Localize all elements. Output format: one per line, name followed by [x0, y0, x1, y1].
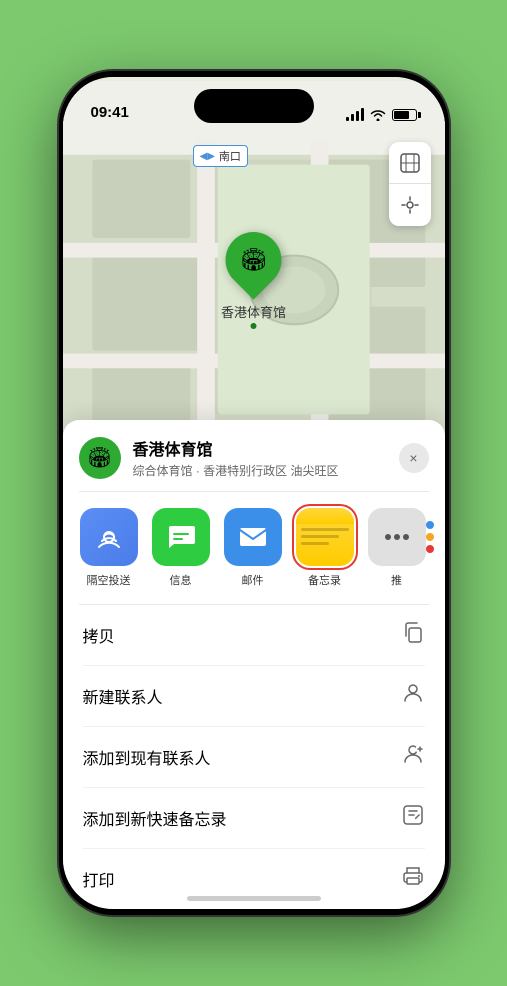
location-pin: 🏟 香港体育馆	[221, 232, 286, 321]
signal-bars-icon	[346, 109, 364, 121]
add-notes-icon	[401, 803, 425, 833]
action-add-existing[interactable]: 添加到现有联系人	[63, 727, 445, 787]
new-contact-icon	[401, 681, 425, 711]
map-view-toggle[interactable]	[389, 142, 431, 184]
venue-name: 香港体育馆	[133, 436, 387, 460]
home-indicator	[187, 896, 321, 901]
action-add-existing-label: 添加到现有联系人	[83, 745, 211, 769]
status-time: 09:41	[91, 104, 129, 123]
sheet-header: 🏟 香港体育馆 综合体育馆 · 香港特别行政区 油尖旺区 ×	[63, 420, 445, 491]
share-notes[interactable]: 备忘录	[289, 508, 361, 588]
more-dots-decoration	[426, 521, 434, 553]
share-row: 隔空投送 信息	[63, 492, 445, 604]
venue-icon: 🏟	[79, 437, 121, 479]
battery-icon	[392, 109, 417, 121]
print-icon	[401, 864, 425, 894]
phone-screen: 09:41	[63, 77, 445, 909]
more-label: 推	[391, 572, 402, 588]
dynamic-island	[194, 89, 314, 123]
action-copy-label: 拷贝	[83, 623, 115, 647]
action-add-notes[interactable]: 添加到新快速备忘录	[63, 788, 445, 848]
location-button[interactable]	[389, 184, 431, 226]
copy-icon	[401, 620, 425, 650]
notes-icon	[296, 508, 354, 566]
action-new-contact-label: 新建联系人	[83, 684, 163, 708]
share-more[interactable]: 推	[361, 508, 433, 588]
notes-label: 备忘录	[308, 572, 341, 588]
status-icons	[346, 109, 417, 123]
close-button[interactable]: ×	[399, 443, 429, 473]
mail-icon	[224, 508, 282, 566]
phone-frame: 09:41	[59, 71, 449, 915]
airdrop-label: 隔空投送	[87, 572, 131, 588]
pin-dot	[250, 323, 256, 329]
messages-label: 信息	[170, 572, 192, 588]
venue-subtitle: 综合体育馆 · 香港特别行政区 油尖旺区	[133, 462, 387, 479]
venue-info: 香港体育馆 综合体育馆 · 香港特别行政区 油尖旺区	[133, 436, 387, 479]
map-controls[interactable]	[389, 142, 431, 226]
airdrop-icon	[80, 508, 138, 566]
action-add-notes-label: 添加到新快速备忘录	[83, 806, 227, 830]
action-new-contact[interactable]: 新建联系人	[63, 666, 445, 726]
more-icon	[368, 508, 426, 566]
add-existing-icon	[401, 742, 425, 772]
wifi-icon	[370, 109, 386, 121]
mail-label: 邮件	[242, 572, 264, 588]
action-list: 拷贝 新建联系人	[63, 605, 445, 909]
messages-icon	[152, 508, 210, 566]
pin-label: 香港体育馆	[221, 302, 286, 321]
pin-icon: 🏟	[214, 220, 293, 299]
map-location-label: ◀▶ 南口	[193, 145, 248, 167]
share-messages[interactable]: 信息	[145, 508, 217, 588]
share-mail[interactable]: 邮件	[217, 508, 289, 588]
action-copy[interactable]: 拷贝	[63, 605, 445, 665]
share-airdrop[interactable]: 隔空投送	[73, 508, 145, 588]
bottom-sheet: 🏟 香港体育馆 综合体育馆 · 香港特别行政区 油尖旺区 ×	[63, 420, 445, 909]
action-print-label: 打印	[83, 867, 115, 891]
